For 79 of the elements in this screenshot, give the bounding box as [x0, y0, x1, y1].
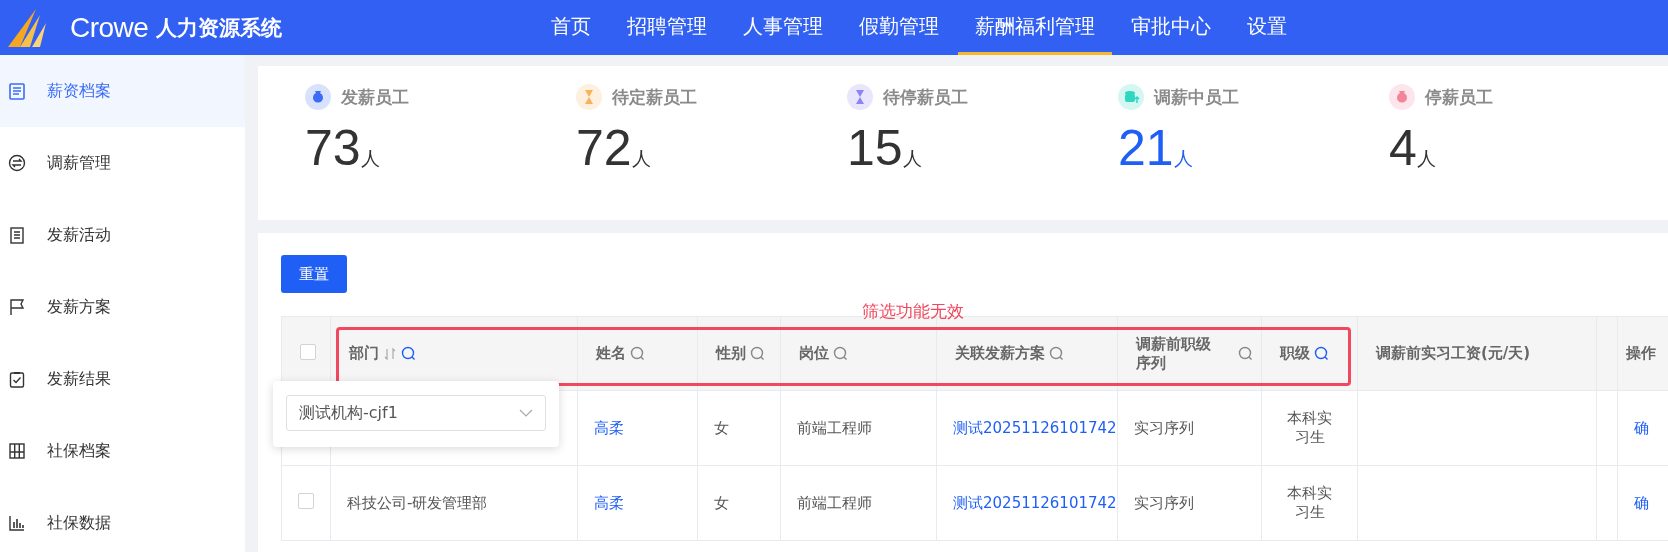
stat-label: 待停薪员工 [883, 85, 968, 109]
stat-value: 73 [305, 119, 361, 178]
table-link[interactable]: 高柔 [594, 418, 624, 437]
chevron-down-icon [519, 409, 533, 417]
logo-text: Crowe [70, 11, 149, 44]
column-header: 调薪前职级序列 [1136, 334, 1212, 373]
stat-label: 待定薪员工 [612, 85, 697, 109]
sidebar-item[interactable]: 薪资档案 [0, 55, 245, 127]
nav-tab[interactable]: 首页 [534, 0, 608, 55]
column-header: 操作 [1626, 344, 1656, 363]
sidebar-item[interactable]: 社保档案 [0, 415, 245, 487]
table-cell: 女 [714, 418, 729, 437]
table-cell: 本科实习生 [1287, 484, 1332, 521]
sidebar-item[interactable]: 发薪活动 [0, 199, 245, 271]
binders-icon [8, 442, 26, 460]
reset-button[interactable]: 重置 [281, 255, 347, 293]
stat-label: 发薪员工 [341, 85, 409, 109]
stat-value: 4 [1389, 119, 1417, 178]
column-header: 姓名 [596, 344, 626, 363]
stat-label: 调薪中员工 [1154, 85, 1239, 109]
nav-tab[interactable]: 设置 [1230, 0, 1304, 55]
system-title: 人力资源系统 [156, 14, 283, 42]
search-icon[interactable] [1049, 346, 1064, 361]
search-icon[interactable] [1238, 346, 1253, 361]
document-icon [8, 82, 26, 100]
sidebar-item[interactable]: 发薪方案 [0, 271, 245, 343]
stat-value: 21 [1118, 119, 1174, 178]
stat-unit: 人 [902, 147, 922, 171]
nav-tab[interactable]: 人事管理 [726, 0, 840, 55]
search-icon[interactable] [750, 346, 765, 361]
stat-label: 停薪员工 [1425, 85, 1493, 109]
search-icon[interactable] [1314, 346, 1329, 361]
table-cell: 本科实习生 [1287, 409, 1332, 446]
money-bag-icon [305, 84, 331, 110]
nav-tab[interactable]: 假勤管理 [842, 0, 956, 55]
nav-tab[interactable]: 招聘管理 [610, 0, 724, 55]
stat-value: 72 [576, 119, 632, 178]
clipboard-check-icon [8, 370, 26, 388]
sidebar-item[interactable]: 发薪结果 [0, 343, 245, 415]
stat-unit: 人 [631, 147, 651, 171]
column-header: 职级 [1280, 344, 1310, 363]
search-icon[interactable] [630, 346, 645, 361]
stat-unit: 人 [360, 147, 380, 171]
hourglass-icon [847, 84, 873, 110]
column-header: 关联发薪方案 [955, 344, 1045, 363]
search-icon[interactable] [833, 346, 848, 361]
column-header: 部门 [349, 344, 379, 363]
table-cell: 前端工程师 [797, 493, 872, 512]
table-link[interactable]: 确 [1634, 493, 1649, 512]
select-all-checkbox[interactable] [300, 343, 316, 360]
column-header: 岗位 [799, 344, 829, 363]
nav-tab[interactable]: 薪酬福利管理 [958, 0, 1112, 55]
column-header: 调薪前实习工资(元/天) [1376, 344, 1531, 363]
table-cell: 女 [714, 493, 729, 512]
stat-unit: 人 [1416, 147, 1436, 171]
table-cell: 实习序列 [1134, 493, 1194, 512]
exchange-icon [8, 154, 26, 172]
sort-icon[interactable] [383, 346, 397, 361]
column-header: 性别 [716, 344, 746, 363]
stat-value: 15 [847, 119, 903, 178]
table-cell: 实习序列 [1134, 418, 1194, 437]
table-link[interactable]: 确 [1634, 418, 1649, 437]
coin-stack-icon [1118, 84, 1144, 110]
annotation-text: 筛选功能无效 [862, 300, 964, 323]
table-cell: 前端工程师 [797, 418, 872, 437]
sidebar-item[interactable]: 调薪管理 [0, 127, 245, 199]
list-icon [8, 226, 26, 244]
department-select[interactable]: 测试机构-cjf1 [286, 395, 546, 431]
money-bag-icon [1389, 84, 1415, 110]
sidebar-item[interactable]: 社保数据 [0, 487, 245, 552]
nav-tab[interactable]: 审批中心 [1114, 0, 1228, 55]
hourglass-icon [576, 84, 602, 110]
search-icon[interactable] [401, 346, 416, 361]
flag-icon [8, 298, 26, 316]
row-checkbox[interactable] [298, 493, 314, 509]
table-link[interactable]: 高柔 [594, 493, 624, 512]
bar-chart-icon [8, 514, 26, 532]
table-cell: 科技公司-研发管理部 [347, 493, 488, 512]
stat-unit: 人 [1173, 147, 1193, 171]
